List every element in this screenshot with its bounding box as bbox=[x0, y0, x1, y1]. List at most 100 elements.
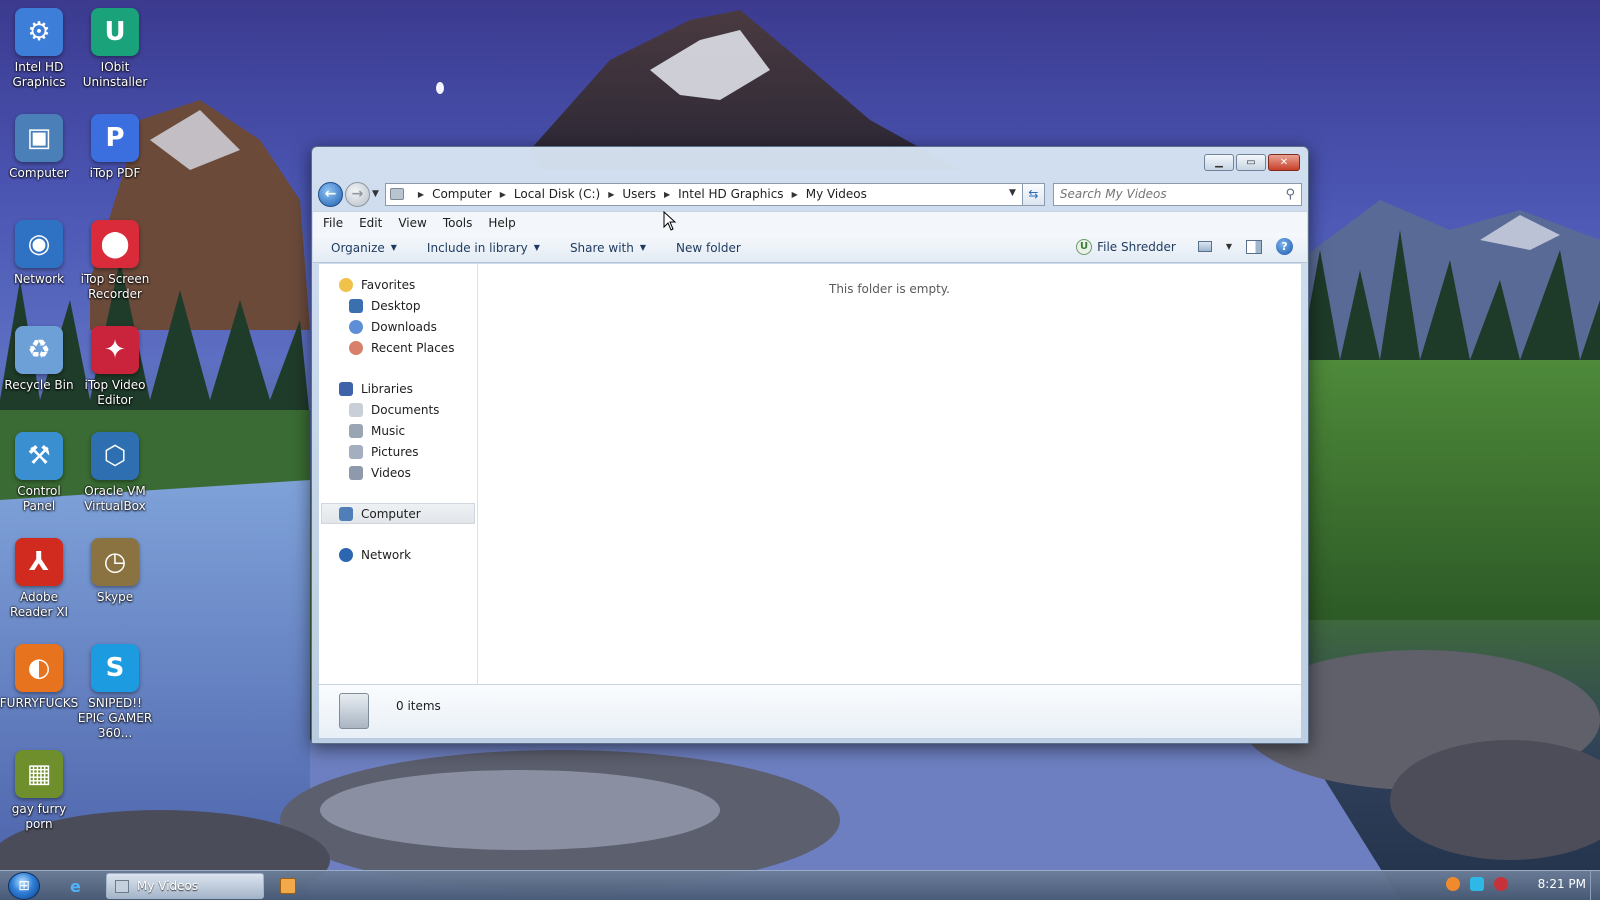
desktop-icon[interactable]: ◐ FURRYFUCKS bbox=[0, 644, 78, 711]
file-shredder-label: File Shredder bbox=[1097, 239, 1176, 254]
desktop-icon[interactable]: ▦ gay furry porn bbox=[0, 750, 78, 832]
folder-icon bbox=[389, 188, 404, 200]
nav-libraries-label: Libraries bbox=[361, 381, 413, 396]
chevron-right-icon[interactable]: ▶ bbox=[418, 190, 424, 199]
explorer-window[interactable]: ▁ ▭ ✕ ← → ▼ ▶ Computer ▶ Local Disk (C:)… bbox=[311, 146, 1309, 744]
chevron-right-icon[interactable]: ▶ bbox=[608, 190, 614, 199]
nav-libraries[interactable]: Libraries bbox=[319, 378, 477, 399]
documents-icon bbox=[349, 402, 363, 417]
close-button[interactable]: ✕ bbox=[1268, 154, 1300, 171]
search-input[interactable] bbox=[1059, 187, 1260, 201]
chevron-down-icon: ▼ bbox=[639, 243, 646, 252]
chevron-right-icon[interactable]: ▶ bbox=[664, 190, 670, 199]
explorer-body: Favorites Desktop Downloads Recent Place… bbox=[319, 264, 1301, 684]
desktop-icon[interactable]: ⚙ Intel HD Graphics bbox=[0, 8, 78, 90]
menu-help[interactable]: Help bbox=[488, 216, 515, 230]
menu-file[interactable]: File bbox=[323, 216, 343, 230]
adobe-reader-icon: ⅄ bbox=[15, 538, 63, 586]
forward-button[interactable]: → bbox=[345, 181, 370, 207]
organize-button[interactable]: Organize ▼ bbox=[331, 241, 397, 255]
taskbar-clock[interactable]: 8:21 PM bbox=[1538, 877, 1586, 891]
chevron-right-icon[interactable]: ▶ bbox=[792, 190, 798, 199]
navigation-pane[interactable]: Favorites Desktop Downloads Recent Place… bbox=[319, 264, 478, 684]
desktop-icon[interactable]: U IObit Uninstaller bbox=[76, 8, 154, 90]
virtualbox-icon: ⬡ bbox=[91, 432, 139, 480]
action-center-icon[interactable] bbox=[1469, 877, 1484, 891]
internet-explorer-icon[interactable]: e bbox=[70, 877, 90, 896]
back-button[interactable]: ← bbox=[318, 181, 343, 207]
menu-view[interactable]: View bbox=[398, 216, 426, 230]
minimize-icon: ▁ bbox=[1215, 157, 1223, 168]
command-bar: Organize ▼ Include in library ▼ Share wi… bbox=[313, 233, 1307, 263]
desktop-icon bbox=[349, 298, 363, 313]
desktop-icon[interactable]: ◷ Skype bbox=[76, 538, 154, 605]
nav-network[interactable]: Network bbox=[319, 544, 477, 565]
search-tray-icon[interactable] bbox=[1445, 877, 1460, 891]
view-options-dropdown-icon[interactable]: ▼ bbox=[1226, 242, 1232, 251]
new-folder-label: New folder bbox=[676, 240, 741, 255]
help-icon[interactable]: ? bbox=[1276, 238, 1293, 255]
desktop-icon[interactable]: ✦ iTop Video Editor bbox=[76, 326, 154, 408]
menu-tools[interactable]: Tools bbox=[443, 216, 473, 230]
antivirus-tray-icon[interactable] bbox=[1493, 877, 1508, 891]
show-desktop-button[interactable] bbox=[1590, 871, 1600, 900]
desktop-icon-label: Recycle Bin bbox=[4, 378, 74, 392]
desktop-icon-label: Computer bbox=[9, 166, 69, 180]
desktop-icon[interactable]: ▣ Computer bbox=[0, 114, 78, 181]
nav-item-pictures[interactable]: Pictures bbox=[319, 441, 477, 462]
include-in-library-label: Include in library bbox=[426, 240, 528, 255]
change-view-icon[interactable] bbox=[1197, 241, 1212, 252]
desktop-icon[interactable]: S SNIPED!! EPIC GAMER 360... bbox=[76, 644, 154, 741]
desktop-icon[interactable]: PiTop PDF bbox=[76, 114, 154, 181]
minimize-button[interactable]: ▁ bbox=[1204, 154, 1234, 171]
maximize-button[interactable]: ▭ bbox=[1236, 154, 1266, 171]
taskbar-item-my-videos[interactable]: My Videos bbox=[106, 873, 264, 899]
search-icon[interactable]: ⚲ bbox=[1285, 187, 1295, 202]
nav-item-desktop[interactable]: Desktop bbox=[319, 295, 477, 316]
breadcrumb-local-disk[interactable]: Local Disk (C:) bbox=[514, 187, 600, 201]
nav-item-downloads[interactable]: Downloads bbox=[319, 316, 477, 337]
nav-computer[interactable]: Computer bbox=[321, 503, 475, 524]
media-player-icon[interactable] bbox=[280, 878, 296, 894]
file-shredder-button[interactable]: U File Shredder bbox=[1076, 238, 1176, 255]
forward-arrow-icon: → bbox=[351, 186, 364, 202]
firefox-icon: ◐ bbox=[15, 644, 63, 692]
chevron-down-icon: ▼ bbox=[533, 243, 540, 252]
start-button[interactable]: ⊞ bbox=[8, 872, 40, 900]
menu-edit[interactable]: Edit bbox=[359, 216, 382, 230]
libraries-icon bbox=[339, 381, 353, 396]
preview-pane-icon[interactable] bbox=[1246, 239, 1262, 254]
navigation-bar: ← → ▼ ▶ Computer ▶ Local Disk (C:) ▶ Use… bbox=[318, 181, 1302, 207]
search-box[interactable]: ⚲ bbox=[1052, 182, 1302, 206]
include-in-library-button[interactable]: Include in library ▼ bbox=[427, 241, 540, 255]
nav-favorites[interactable]: Favorites bbox=[319, 274, 477, 295]
nav-item-documents[interactable]: Documents bbox=[319, 399, 477, 420]
desktop-icon[interactable]: ⬤ iTop Screen Recorder bbox=[76, 220, 154, 302]
desktop-icon[interactable]: ⚒ Control Panel bbox=[0, 432, 78, 514]
box-game-icon: ▦ bbox=[15, 750, 63, 798]
breadcrumb-my-videos[interactable]: My Videos bbox=[806, 187, 867, 201]
nav-item-music[interactable]: Music bbox=[319, 420, 477, 441]
refresh-button[interactable]: ⇆ bbox=[1022, 182, 1045, 206]
address-bar[interactable]: ▶ Computer ▶ Local Disk (C:) ▶ Users ▶ I… bbox=[384, 182, 1023, 206]
desktop-icon-label: iTop Screen Recorder bbox=[80, 272, 150, 301]
nav-item-videos[interactable]: Videos bbox=[319, 462, 477, 483]
desktop-icon[interactable]: ⅄ Adobe Reader XI bbox=[0, 538, 78, 620]
desktop-icon[interactable]: ◉ Network bbox=[0, 220, 78, 287]
organize-label: Organize bbox=[331, 240, 385, 255]
recent-pages-dropdown[interactable]: ▼ bbox=[372, 189, 379, 199]
new-folder-button[interactable]: New folder bbox=[676, 241, 741, 255]
desktop-icon[interactable]: ⬡ Oracle VM VirtualBox bbox=[76, 432, 154, 514]
desktop-icon[interactable]: ♻ Recycle Bin bbox=[0, 326, 78, 393]
desktop-icon-label: gay furry porn bbox=[11, 802, 67, 831]
desktop-icon-label: Network bbox=[13, 272, 65, 286]
breadcrumb-intel-hd-graphics[interactable]: Intel HD Graphics bbox=[678, 187, 783, 201]
breadcrumb-computer[interactable]: Computer bbox=[432, 187, 492, 201]
file-list-pane[interactable]: This folder is empty. bbox=[478, 264, 1301, 684]
nav-item-recent-places[interactable]: Recent Places bbox=[319, 337, 477, 358]
chevron-right-icon[interactable]: ▶ bbox=[500, 190, 506, 199]
breadcrumb-users[interactable]: Users bbox=[622, 187, 656, 201]
share-with-button[interactable]: Share with ▼ bbox=[570, 241, 646, 255]
skype-icon: S bbox=[91, 644, 139, 692]
address-history-dropdown-icon[interactable]: ▼ bbox=[1009, 188, 1016, 198]
